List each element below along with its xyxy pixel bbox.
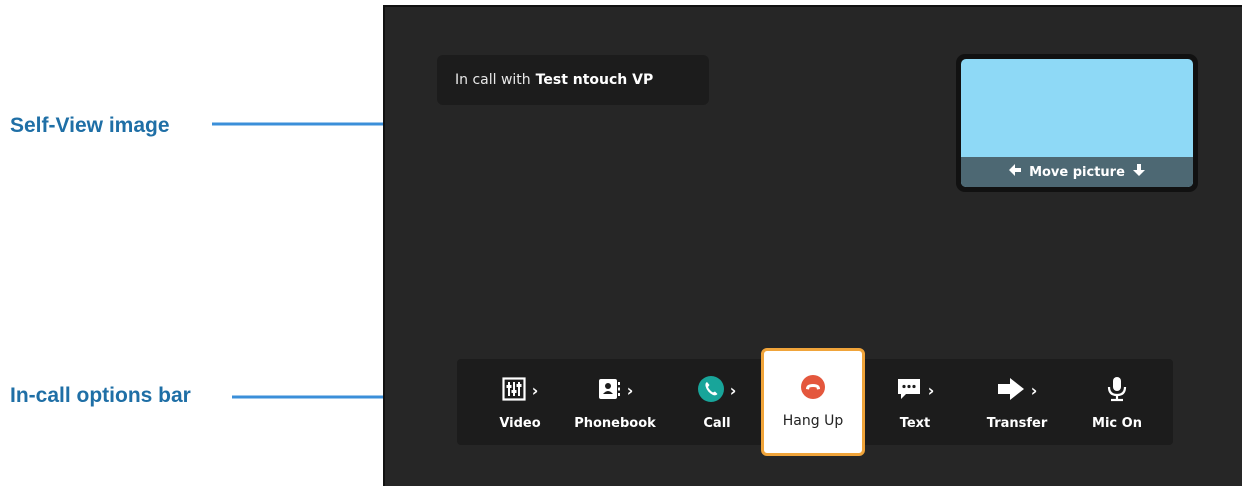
microphone-icon [1106,376,1128,406]
phonebook-icon [597,377,621,405]
text-button[interactable]: › Text [875,359,955,445]
hang-up-button[interactable]: Hang Up [761,348,865,456]
self-view-window[interactable]: Move picture [956,54,1198,192]
chevron-right-icon: › [531,381,539,400]
chevron-right-icon: › [1030,381,1038,400]
video-button[interactable]: › Video [475,359,565,445]
hang-up-label: Hang Up [782,413,844,429]
phonebook-button[interactable]: › Phonebook [565,359,665,445]
chevron-right-icon: › [729,381,737,400]
mic-on-label: Mic On [1092,415,1142,431]
call-status-banner: In call with Test ntouch VP [437,55,709,105]
self-view-annotation: Self-View image [10,114,170,137]
chevron-right-icon: › [927,381,935,400]
transfer-icon [997,377,1025,405]
call-status-prefix: In call with [455,72,531,88]
caller-name: Test ntouch VP [535,72,654,88]
video-call-screen: In call with Test ntouch VP Move picture [383,5,1242,486]
phonebook-label: Phonebook [574,415,656,431]
text-label: Text [899,415,931,431]
call-button[interactable]: › Call [682,359,752,445]
chat-icon [896,377,922,405]
mic-on-button[interactable]: Mic On [1079,359,1155,445]
arrow-down-icon [1132,164,1145,180]
chevron-right-icon: › [626,381,634,400]
transfer-button[interactable]: › Transfer [972,359,1062,445]
transfer-label: Transfer [986,415,1048,431]
video-label: Video [499,415,541,431]
call-label: Call [703,415,731,431]
in-call-options-bar: › Video › Phonebook › Call Hang Up › Tex… [457,348,1173,456]
move-picture-bar[interactable]: Move picture [961,157,1193,187]
arrow-left-icon [1009,164,1022,180]
hang-up-icon [801,375,825,403]
video-settings-icon [502,376,526,405]
phone-icon [697,375,724,406]
self-view-video: Move picture [961,59,1193,187]
options-bar-annotation: In-call options bar [10,384,191,407]
move-picture-label: Move picture [1029,164,1125,180]
